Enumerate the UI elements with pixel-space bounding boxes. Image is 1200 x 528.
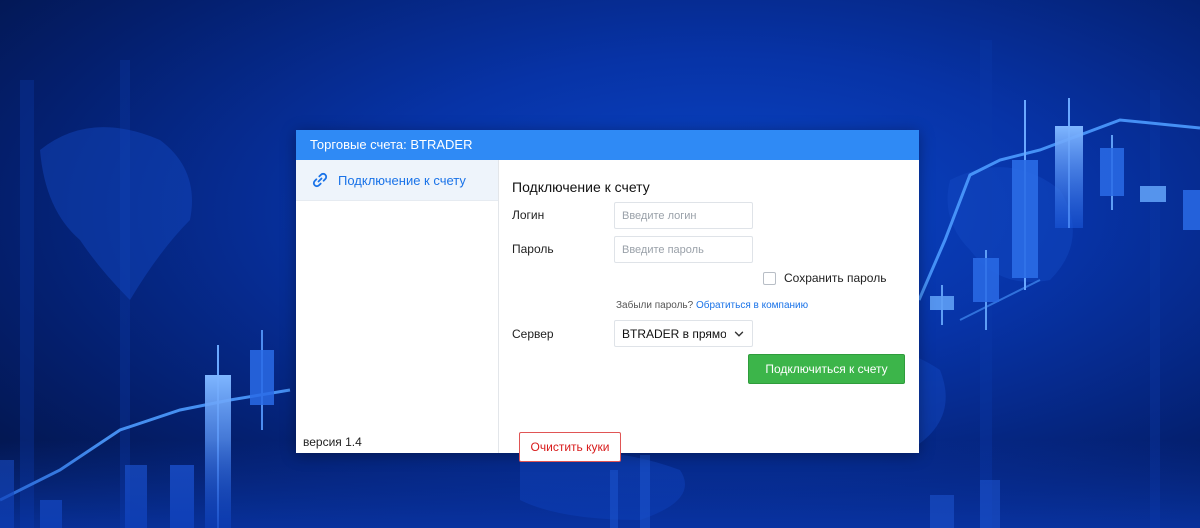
password-label: Пароль: [512, 242, 554, 256]
page-title: Подключение к счету: [512, 179, 650, 195]
link-icon: [311, 171, 329, 189]
clear-cookies-button[interactable]: Очистить куки: [519, 432, 621, 462]
forgot-password-text: Забыли пароль?: [616, 300, 694, 311]
server-select-value: BTRADER в прямом: [622, 326, 726, 341]
save-password-checkbox[interactable]: Сохранить пароль: [763, 271, 886, 285]
login-input[interactable]: [614, 202, 753, 229]
connect-account-button[interactable]: Подключиться к счету: [748, 354, 905, 384]
version-label: версия 1.4: [303, 435, 362, 449]
checkbox-box[interactable]: [763, 271, 776, 285]
sidebar-item-connect[interactable]: Подключение к счету: [296, 160, 498, 201]
password-input[interactable]: [614, 236, 753, 263]
sidebar: Подключение к счету версия 1.4: [296, 160, 499, 453]
login-label: Логин: [512, 208, 545, 222]
connection-form: Подключение к счету Логин Пароль Сохрани…: [499, 160, 919, 462]
save-password-label: Сохранить пароль: [784, 271, 887, 285]
window-title: Торговые счета: BTRADER: [296, 130, 919, 160]
sidebar-item-label: Подключение к счету: [338, 172, 466, 188]
forgot-password: Забыли пароль? Обратиться в компанию: [616, 300, 808, 311]
accounts-window: Торговые счета: BTRADER Подключение к сч…: [296, 130, 919, 462]
server-select[interactable]: BTRADER в прямом: [614, 320, 753, 347]
chevron-down-icon: [734, 329, 744, 339]
contact-company-link[interactable]: Обратиться в компанию: [696, 300, 808, 311]
server-label: Сервер: [512, 327, 554, 341]
